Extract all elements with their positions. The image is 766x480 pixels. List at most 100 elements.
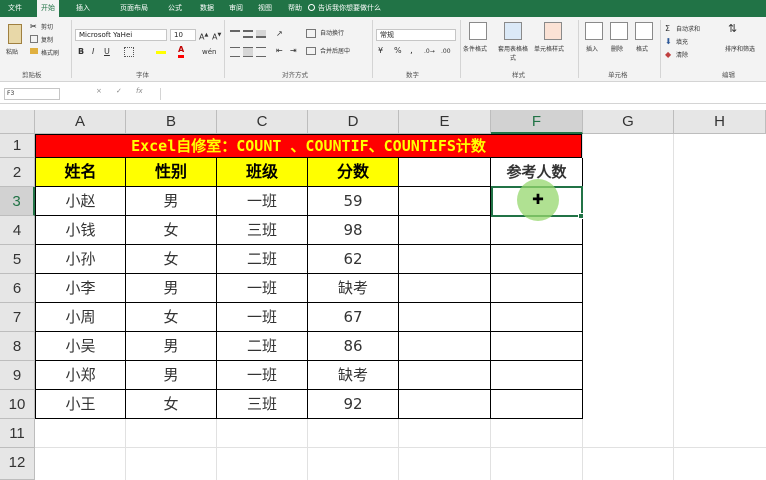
merge-center-label[interactable]: 合并后居中 (320, 47, 350, 56)
enter-icon[interactable]: ✓ (116, 87, 122, 95)
tab-formulas[interactable]: 公式 (164, 0, 186, 17)
grow-font-icon[interactable]: A▲ (199, 30, 208, 43)
align-left-icon[interactable] (230, 47, 240, 57)
cell-name-row-3[interactable]: 小赵 (35, 187, 126, 216)
row-header-12[interactable]: 12 (0, 448, 35, 480)
align-right-icon[interactable] (256, 47, 266, 57)
insert-label[interactable]: 插入 (586, 45, 598, 54)
cell-class-row-9[interactable]: 一班 (217, 361, 308, 390)
comma-icon[interactable]: , (410, 46, 413, 56)
increase-decimal-icon[interactable]: .0→ (424, 47, 435, 57)
cell-score-row-6[interactable]: 缺考 (308, 274, 399, 303)
cell-name-row-4[interactable]: 小钱 (35, 216, 126, 245)
cell-score-row-3[interactable]: 59 (308, 187, 399, 216)
align-center-icon[interactable] (243, 47, 253, 57)
insert-function-icon[interactable]: fx (136, 87, 143, 95)
column-header-d[interactable]: D (308, 110, 399, 134)
percent-icon[interactable]: % (394, 46, 402, 56)
format-as-table-icon[interactable] (504, 22, 522, 40)
align-bottom-icon[interactable] (256, 30, 266, 38)
copy-icon[interactable] (30, 35, 38, 43)
column-header-b[interactable]: B (126, 110, 217, 134)
header-cell-gender[interactable]: 性别 (126, 158, 217, 187)
tab-page-layout[interactable]: 页面布局 (116, 0, 152, 17)
align-middle-icon[interactable] (243, 30, 253, 38)
fill-handle[interactable] (578, 213, 584, 219)
row-header-9[interactable]: 9 (0, 361, 35, 390)
clear-label[interactable]: 清除 (676, 51, 688, 60)
cell-e-row-7[interactable] (399, 303, 491, 332)
cell-gender-row-8[interactable]: 男 (126, 332, 217, 361)
format-as-table-label[interactable]: 套用表格格式 (497, 45, 529, 63)
sort-filter-label[interactable]: 排序和筛选 (716, 45, 764, 54)
row-header-11[interactable]: 11 (0, 419, 35, 448)
insert-cells-icon[interactable] (585, 22, 603, 40)
cell-score-row-9[interactable]: 缺考 (308, 361, 399, 390)
wrap-text-icon[interactable] (306, 29, 316, 38)
tab-file[interactable]: 文件 (4, 0, 26, 17)
bold-icon[interactable]: B (78, 47, 84, 57)
align-top-icon[interactable] (230, 30, 240, 38)
cell-e-row-4[interactable] (399, 216, 491, 245)
cell-name-row-5[interactable]: 小孙 (35, 245, 126, 274)
conditional-format-label[interactable]: 条件格式 (463, 45, 487, 54)
cell-e2[interactable] (399, 158, 491, 187)
select-all-corner[interactable] (0, 110, 35, 134)
cell-name-row-6[interactable]: 小李 (35, 274, 126, 303)
cell-gender-row-10[interactable]: 女 (126, 390, 217, 419)
cell-e-row-6[interactable] (399, 274, 491, 303)
italic-icon[interactable]: I (92, 47, 94, 57)
tab-help[interactable]: 帮助 (284, 0, 306, 17)
column-header-h[interactable]: H (674, 110, 766, 134)
column-header-f[interactable]: F (491, 110, 583, 134)
header-cell-score[interactable]: 分数 (308, 158, 399, 187)
autosum-label[interactable]: 自动求和 (676, 25, 700, 34)
tab-review[interactable]: 审阅 (225, 0, 247, 17)
cut-label[interactable]: 剪切 (41, 23, 53, 32)
cell-e-row-5[interactable] (399, 245, 491, 274)
cell-styles-label[interactable]: 单元格样式 (534, 45, 564, 54)
cell-e-row-9[interactable] (399, 361, 491, 390)
cell-f-row-9[interactable] (491, 361, 583, 390)
decrease-decimal-icon[interactable]: .00 (441, 47, 451, 57)
cut-icon[interactable]: ✂ (30, 22, 40, 32)
cell-f-row-6[interactable] (491, 274, 583, 303)
row-header-5[interactable]: 5 (0, 245, 35, 274)
cell-f-row-8[interactable] (491, 332, 583, 361)
cell-class-row-6[interactable]: 一班 (217, 274, 308, 303)
format-cells-icon[interactable] (635, 22, 653, 40)
font-color-icon[interactable]: A (178, 45, 185, 58)
copy-label[interactable]: 复制 (41, 36, 53, 45)
conditional-format-icon[interactable] (469, 22, 487, 40)
clear-icon[interactable]: ◆ (665, 50, 671, 60)
delete-label[interactable]: 删除 (611, 45, 623, 54)
formula-input[interactable] (160, 88, 760, 100)
cell-score-row-5[interactable]: 62 (308, 245, 399, 274)
sort-filter-icon[interactable]: ⇅ (728, 23, 737, 34)
header-cell-name[interactable]: 姓名 (35, 158, 126, 187)
cell-name-row-7[interactable]: 小周 (35, 303, 126, 332)
tab-home[interactable]: 开始 (37, 0, 59, 17)
indent-increase-icon[interactable]: ⇥ (290, 46, 297, 56)
cell-gender-row-4[interactable]: 女 (126, 216, 217, 245)
cell-f-row-7[interactable] (491, 303, 583, 332)
phonetic-icon[interactable]: wén (202, 47, 216, 57)
tell-me-search[interactable]: 告诉我你想要做什么 (308, 0, 381, 17)
format-label[interactable]: 格式 (636, 45, 648, 54)
number-format-select[interactable]: 常规 (376, 29, 456, 41)
cancel-icon[interactable]: × (96, 87, 102, 95)
tab-data[interactable]: 数据 (196, 0, 218, 17)
cell-class-row-5[interactable]: 二班 (217, 245, 308, 274)
cell-f-row-5[interactable] (491, 245, 583, 274)
borders-icon[interactable] (124, 47, 134, 57)
cell-gender-row-6[interactable]: 男 (126, 274, 217, 303)
cell-e-row-10[interactable] (399, 390, 491, 419)
fill-icon[interactable]: ⬇ (665, 37, 672, 47)
cell-e-row-3[interactable] (399, 187, 491, 216)
wrap-text-label[interactable]: 自动换行 (320, 29, 344, 38)
column-header-g[interactable]: G (583, 110, 674, 134)
cell-name-row-8[interactable]: 小吴 (35, 332, 126, 361)
font-size-select[interactable]: 10 (170, 29, 196, 41)
currency-icon[interactable]: ¥ (378, 46, 383, 56)
cell-gender-row-9[interactable]: 男 (126, 361, 217, 390)
